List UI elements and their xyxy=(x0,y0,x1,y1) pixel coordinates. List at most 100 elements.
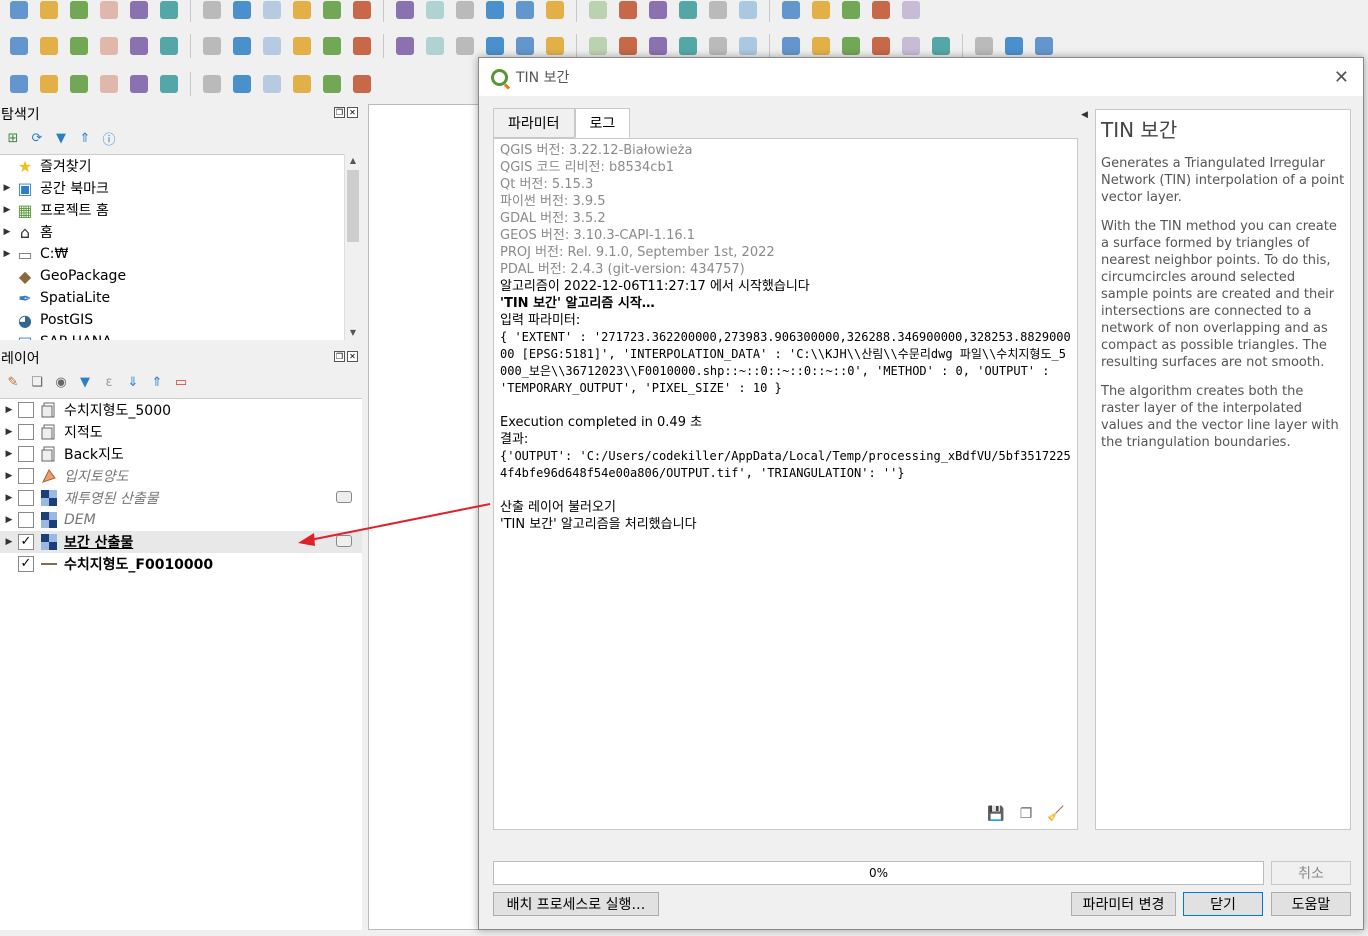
layer-visibility-checkbox[interactable]: ✓ xyxy=(18,556,34,572)
manage-visibility-icon[interactable]: ◉ xyxy=(52,373,70,391)
text-tool-icon[interactable] xyxy=(349,71,375,97)
zoom-last-icon[interactable] xyxy=(422,0,448,23)
vertex-tool-icon[interactable] xyxy=(349,33,375,59)
layer-visibility-checkbox[interactable] xyxy=(18,402,34,418)
expand-arrow-icon[interactable]: ▶ xyxy=(0,249,14,259)
star-tool-icon[interactable] xyxy=(319,71,345,97)
redo-icon[interactable] xyxy=(585,33,611,59)
data-source-manager-icon[interactable] xyxy=(199,33,225,59)
browser-item[interactable]: ▤ SAP HANA xyxy=(0,331,346,341)
expand-arrow-icon[interactable]: ▶ xyxy=(0,227,14,237)
layer-item[interactable]: ▶ DEM xyxy=(0,509,362,531)
expand-arrow-icon[interactable]: ▶ xyxy=(0,205,14,215)
collapse-all-icon[interactable]: ⇑ xyxy=(148,373,166,391)
label-change-icon[interactable] xyxy=(838,33,864,59)
annotation-icon[interactable] xyxy=(868,0,894,23)
change-parameters-button[interactable]: 파라미터 변경 xyxy=(1071,892,1176,916)
refresh-icon[interactable] xyxy=(585,0,611,23)
add-raster-layer-icon[interactable] xyxy=(36,33,62,59)
label-show-icon[interactable] xyxy=(735,33,761,59)
layer-visibility-checkbox[interactable] xyxy=(18,512,34,528)
browser-tree[interactable]: ★ 즐겨찾기 ▶ ▣ 공간 북마크 ▶ ▦ 프로젝트 홈 ▶ ⌂ 홈 ▶ ▭ C:₩ ◆ GeoPackage… xyxy=(0,154,346,340)
expand-arrow-icon[interactable]: ▶ xyxy=(0,449,18,459)
help-button[interactable]: 도움말 xyxy=(1271,892,1351,916)
digitize-icon[interactable] xyxy=(229,33,255,59)
browser-item[interactable]: ◆ GeoPackage xyxy=(0,265,346,287)
layer-visibility-checkbox[interactable] xyxy=(18,490,34,506)
deselect-icon[interactable] xyxy=(645,0,671,23)
zoom-next-icon[interactable] xyxy=(452,0,478,23)
add-vector-layer-icon[interactable] xyxy=(6,33,32,59)
layer-item[interactable]: ▶ 지적도 xyxy=(0,421,362,443)
browser-item[interactable]: ▶ ▣ 공간 북마크 xyxy=(0,177,346,199)
pan-to-selection-icon[interactable] xyxy=(229,0,255,23)
new-project-icon[interactable] xyxy=(6,0,32,23)
expand-arrow-icon[interactable]: ▶ xyxy=(0,537,18,547)
identify-icon[interactable] xyxy=(675,0,701,23)
zoom-to-selection-icon[interactable] xyxy=(349,0,375,23)
python-icon[interactable] xyxy=(971,33,997,59)
expand-arrow-icon[interactable]: ▶ xyxy=(0,427,18,437)
expand-arrow-icon[interactable]: ▶ xyxy=(0,493,18,503)
layer-visibility-checkbox[interactable] xyxy=(18,424,34,440)
tab-log[interactable]: 로그 xyxy=(574,108,631,138)
browser-item[interactable]: ★ 즐겨찾기 xyxy=(0,155,346,177)
zoom-in-icon[interactable] xyxy=(259,0,285,23)
clear-log-icon[interactable]: 🧹 xyxy=(1047,805,1065,823)
filter-by-expression-icon[interactable]: ε xyxy=(100,373,118,391)
layer-visibility-checkbox[interactable]: ✓ xyxy=(18,534,34,550)
browser-item[interactable]: ▶ ▭ C:₩ xyxy=(0,243,346,265)
label-pin-icon[interactable] xyxy=(645,33,671,59)
modify-attributes-icon[interactable] xyxy=(392,33,418,59)
collapse-help-icon[interactable]: ◀ xyxy=(1081,110,1088,120)
layer-item[interactable]: ▶ 입지토양도 xyxy=(0,465,362,487)
browser-scrollbar[interactable]: ▲ ▼ xyxy=(344,154,360,340)
browser-item[interactable]: ▶ ⌂ 홈 xyxy=(0,221,346,243)
label-move-icon[interactable] xyxy=(778,33,804,59)
vector-tools-icon[interactable] xyxy=(6,71,32,97)
select-tool-icon[interactable] xyxy=(229,71,255,97)
info-icon[interactable]: ⓘ xyxy=(100,129,118,148)
copy-icon[interactable] xyxy=(482,33,508,59)
cancel-button[interactable]: 취소 xyxy=(1271,861,1351,885)
measure-icon[interactable] xyxy=(705,0,731,23)
collapse-all-icon[interactable]: ⇑ xyxy=(76,129,94,147)
remove-layer-icon[interactable]: ▭ xyxy=(172,373,190,391)
cut-icon[interactable] xyxy=(452,33,478,59)
paste-icon[interactable] xyxy=(512,33,538,59)
save-log-icon[interactable]: 💾 xyxy=(987,805,1005,823)
attribute-table-icon[interactable] xyxy=(735,0,761,23)
new-print-layout-icon[interactable] xyxy=(96,0,122,23)
layer-visibility-checkbox[interactable] xyxy=(18,468,34,484)
map-tips-icon[interactable] xyxy=(838,0,864,23)
zoom-to-layer-icon[interactable] xyxy=(392,0,418,23)
advanced-digitizing-icon[interactable] xyxy=(96,71,122,97)
batch-process-button[interactable]: 배치 프로세스로 실행… xyxy=(493,892,659,916)
log-text[interactable]: QGIS 버전: 3.22.12-Białowieża QGIS 코드 리비전: … xyxy=(494,139,1077,799)
add-virtual-layer-icon[interactable] xyxy=(96,33,122,59)
layer-item[interactable]: ▶ Back지도 xyxy=(0,443,362,465)
label-abc-red-icon[interactable] xyxy=(705,33,731,59)
style-manager-icon[interactable] xyxy=(156,0,182,23)
save-project-icon[interactable] xyxy=(66,0,92,23)
expand-arrow-icon[interactable]: ▶ xyxy=(0,405,18,415)
pan-icon[interactable] xyxy=(199,0,225,23)
close-panel-button[interactable]: ✕ xyxy=(347,107,358,118)
open-project-icon[interactable] xyxy=(36,0,62,23)
wms-search-icon[interactable] xyxy=(898,33,924,59)
layer-tree[interactable]: ▶ 수치지형도_5000 ▶ 지적도 ▶ Back지도 ▶ 입지토양도 ▶ 재투영된 산출물 ▶ DE… xyxy=(0,398,362,930)
locator-icon[interactable] xyxy=(898,0,924,23)
topology-icon[interactable] xyxy=(156,71,182,97)
tab-parameters[interactable]: 파라미터 xyxy=(493,108,575,138)
add-delimited-text-icon[interactable] xyxy=(66,33,92,59)
zoom-full-icon[interactable] xyxy=(319,0,345,23)
add-wms-layer-icon[interactable] xyxy=(126,33,152,59)
float-panel-button[interactable]: ❐ xyxy=(334,351,345,362)
scroll-down-icon[interactable]: ▼ xyxy=(345,326,361,340)
scroll-up-icon[interactable]: ▲ xyxy=(345,154,361,168)
layer-item[interactable]: ▶ 재투영된 산출물 xyxy=(0,487,362,509)
layer-item[interactable]: ▶ ✓ 보간 산출물 xyxy=(0,531,362,553)
text-annotation-icon[interactable] xyxy=(199,71,225,97)
label-rotate-icon[interactable] xyxy=(808,33,834,59)
browser-item[interactable]: ✒ SpatiaLite xyxy=(0,287,346,309)
